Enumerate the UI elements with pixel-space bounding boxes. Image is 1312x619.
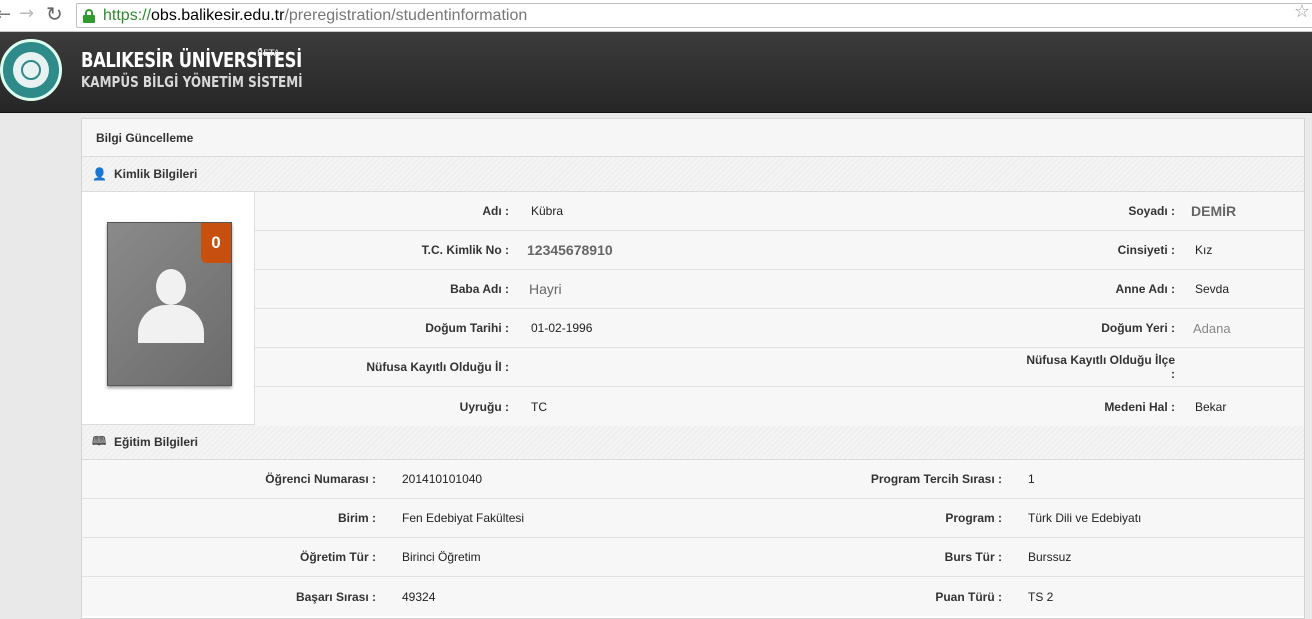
gender-label: Cinsiyeti : <box>1117 243 1175 257</box>
profile-photo[interactable]: 0 <box>107 222 232 386</box>
brand[interactable]: BALIKESİR ÜNİVERSİTESİ BETA KAMPÜS BİLGİ… <box>81 48 358 91</box>
scholarship-type-label: Burs Tür : <box>944 550 1002 564</box>
education-type-value: Birinci Öğretim <box>402 550 481 564</box>
url-path: /preregistration/studentinformation <box>284 6 528 24</box>
mother-name-label: Anne Adı : <box>1115 282 1175 296</box>
tc-number-value: 12345678910 <box>527 242 613 258</box>
birth-place-value: Adana <box>1193 320 1231 336</box>
photo-column: 0 <box>82 192 255 424</box>
identity-row: Baba Adı : Hayri Anne Adı : Sevda <box>255 270 1304 309</box>
marital-status-label: Medeni Hal : <box>1104 399 1175 414</box>
user-icon: 👤 <box>92 167 107 181</box>
marital-status-value: Bekar <box>1195 399 1227 414</box>
education-fields: Öğrenci Numarası : 201410101040 Program … <box>82 460 1304 616</box>
site-header: BALIKESİR ÜNİVERSİTESİ BETA KAMPÜS BİLGİ… <box>0 32 1312 113</box>
education-section-header: 🕮 Eğitim Bilgileri <box>82 425 1304 460</box>
beta-label: BETA <box>257 49 280 59</box>
back-arrow-icon[interactable]: ← <box>0 6 11 24</box>
program-label: Program : <box>945 511 1002 525</box>
success-rank-label: Başarı Sırası : <box>295 589 376 604</box>
score-type-label: Puan Türü : <box>935 589 1002 604</box>
unit-value: Fen Edebiyat Fakültesi <box>402 511 525 525</box>
registered-district-label: Nüfusa Kayıtlı Olduğu İlçe : <box>1026 353 1175 381</box>
education-row: Öğrenci Numarası : 201410101040 Program … <box>82 460 1304 499</box>
father-name-value: Hayri <box>529 281 562 297</box>
brand-subtitle: KAMPÜS BİLGİ YÖNETİM SİSTEMİ <box>81 73 303 91</box>
identity-row: Uyruğu : TC Medeni Hal : Bekar <box>255 387 1304 426</box>
avatar-body <box>138 305 204 343</box>
student-number-label: Öğrenci Numarası : <box>265 472 376 486</box>
panel-title: Bilgi Güncelleme <box>82 119 1304 157</box>
bookmark-star-icon[interactable]: ☆ <box>1294 1 1310 22</box>
registered-province-label: Nüfusa Kayıtlı Olduğu İl : <box>366 360 509 374</box>
avatar-head <box>156 269 186 305</box>
unit-label: Birim : <box>337 511 376 525</box>
forward-arrow-icon[interactable]: → <box>19 5 34 23</box>
birth-date-label: Doğum Tarihi : <box>425 321 509 335</box>
identity-row: Adı : Kübra Soyadı : DEMİR <box>255 192 1304 231</box>
university-logo[interactable] <box>0 39 62 101</box>
birth-place-label: Doğum Yeri : <box>1101 321 1175 335</box>
scholarship-type-value: Burssuz <box>1028 550 1072 564</box>
address-bar[interactable]: https:// obs.balikesir.edu.tr /preregist… <box>76 3 1312 28</box>
last-name-value: DEMİR <box>1191 203 1237 219</box>
first-name-value: Kübra <box>531 204 564 218</box>
browser-toolbar: ← → ↻ https:// obs.balikesir.edu.tr /pre… <box>0 0 1312 32</box>
last-name-label: Soyadı : <box>1128 204 1175 218</box>
student-number-value: 201410101040 <box>402 472 483 486</box>
book-icon: 🕮 <box>92 433 107 448</box>
education-row: Öğretim Tür : Birinci Öğretim Burs Tür :… <box>82 538 1304 577</box>
identity-section-header: 👤 Kimlik Bilgileri <box>82 157 1304 192</box>
identity-section-title: Kimlik Bilgileri <box>114 167 198 181</box>
nationality-value: TC <box>531 399 547 414</box>
nationality-label: Uyruğu : <box>459 399 509 414</box>
education-row: Başarı Sırası : 49324 Puan Türü : TS 2 <box>82 577 1304 616</box>
identity-section: 0 Adı : Kübra Soyadı : DEMİR T.C. Kimlik… <box>82 192 1304 426</box>
education-section-title: Eğitim Bilgileri <box>114 435 199 449</box>
first-name-label: Adı : <box>482 204 509 218</box>
photo-badge: 0 <box>201 223 231 263</box>
father-name-label: Baba Adı : <box>450 282 509 296</box>
tc-number-label: T.C. Kimlik No : <box>421 243 509 257</box>
identity-fields: Adı : Kübra Soyadı : DEMİR T.C. Kimlik N… <box>255 192 1304 426</box>
education-row: Birim : Fen Edebiyat Fakültesi Program :… <box>82 499 1304 538</box>
program-value: Türk Dili ve Edebiyatı <box>1028 511 1142 525</box>
identity-row: T.C. Kimlik No : 12345678910 Cinsiyeti :… <box>255 231 1304 270</box>
education-type-label: Öğretim Tür : <box>299 550 376 564</box>
url-host: obs.balikesir.edu.tr <box>151 6 285 24</box>
score-type-value: TS 2 <box>1028 589 1054 604</box>
program-preference-value: 1 <box>1028 472 1035 486</box>
birth-date-value: 01-02-1996 <box>531 321 593 335</box>
identity-row: Doğum Tarihi : 01-02-1996 Doğum Yeri : A… <box>255 309 1304 348</box>
mother-name-value: Sevda <box>1195 282 1230 296</box>
lock-icon <box>83 8 95 23</box>
info-update-panel: Bilgi Güncelleme 👤 Kimlik Bilgileri 0 Ad… <box>81 118 1305 619</box>
program-preference-label: Program Tercih Sırası : <box>870 472 1002 486</box>
gender-value: Kız <box>1195 243 1213 257</box>
success-rank-value: 49324 <box>402 589 436 604</box>
url-scheme: https:// <box>103 6 152 24</box>
identity-row: Nüfusa Kayıtlı Olduğu İl : Nüfusa Kayıtl… <box>255 348 1304 387</box>
reload-icon[interactable]: ↻ <box>46 4 63 24</box>
